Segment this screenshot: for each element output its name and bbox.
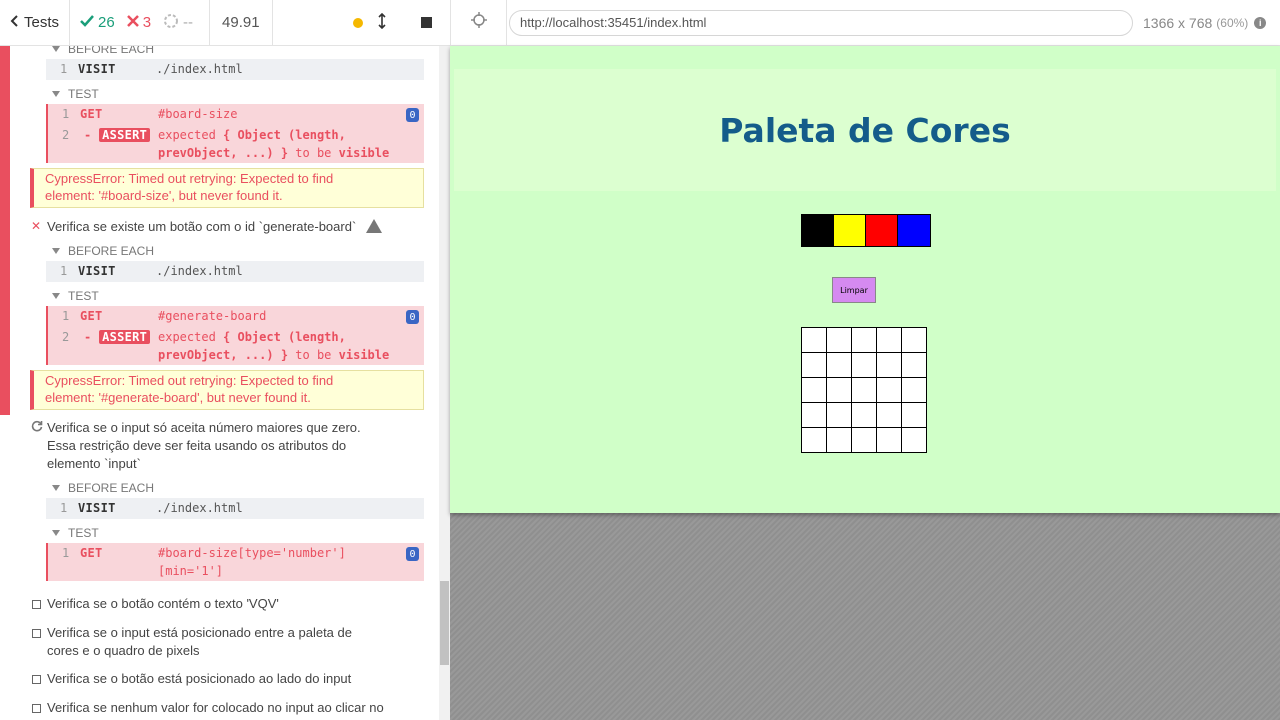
auto-scroll-icon[interactable] xyxy=(377,12,387,33)
pixel-cell[interactable] xyxy=(902,403,927,428)
tests-back-button[interactable]: Tests xyxy=(0,0,71,46)
color-swatch[interactable] xyxy=(898,215,930,246)
url-bar[interactable]: http://localhost:35451/index.html xyxy=(509,9,1133,36)
test-title-pending[interactable]: Verifica se o botão contém o texto 'VQV' xyxy=(47,595,279,613)
pixel-cell[interactable] xyxy=(852,403,877,428)
command-visit[interactable]: 1 VISIT ./index.html xyxy=(46,59,424,80)
caret-down-icon xyxy=(52,530,60,536)
caret-down-icon xyxy=(52,293,60,299)
command-log: BEFORE EACH 1 VISIT ./index.html TEST 1 … xyxy=(0,46,450,720)
color-palette xyxy=(801,214,931,247)
count-badge: 0 xyxy=(406,547,419,561)
color-swatch[interactable] xyxy=(802,215,834,246)
error-message[interactable]: CypressError: Timed out retrying: Expect… xyxy=(30,370,424,410)
hook-test[interactable]: TEST xyxy=(52,289,99,303)
test-title-pending[interactable]: Verifica se o botão está posicionado ao … xyxy=(47,670,351,688)
x-icon xyxy=(126,14,139,31)
test-title-min-input[interactable]: Verifica se o input só aceita número mai… xyxy=(47,419,361,473)
pixel-cell[interactable] xyxy=(802,378,827,403)
pending-square-icon xyxy=(32,704,41,713)
pixel-cell[interactable] xyxy=(827,403,852,428)
pixel-cell[interactable] xyxy=(827,353,852,378)
browser-header: http://localhost:35451/index.html 1366 x… xyxy=(450,0,1280,46)
circle-icon xyxy=(163,13,179,33)
count-badge: 0 xyxy=(406,310,419,324)
hook-before-each[interactable]: BEFORE EACH xyxy=(52,46,154,56)
hook-before-each[interactable]: BEFORE EACH xyxy=(52,244,154,258)
pending-count: -- xyxy=(157,0,199,46)
count-badge: 0 xyxy=(406,108,419,122)
test-title-pending[interactable]: Verifica se o input está posicionado ent… xyxy=(47,624,352,660)
command-group-failed[interactable]: 1 GET #generate-board 0 2 - ASSERT expec… xyxy=(46,306,424,365)
hook-test[interactable]: TEST xyxy=(52,526,99,540)
selector-playground-button[interactable] xyxy=(451,0,507,46)
crosshair-icon xyxy=(470,12,487,33)
failed-suite-stripe xyxy=(0,46,10,415)
check-icon xyxy=(80,14,94,31)
hook-before-each[interactable]: BEFORE EACH xyxy=(52,481,154,495)
viewport-info: 1366 x 768 (60%) i xyxy=(1143,15,1267,31)
color-swatch[interactable] xyxy=(834,215,866,246)
app-preview-area: Paleta de Cores Limpar xyxy=(450,46,1280,720)
app-header: Paleta de Cores xyxy=(454,69,1276,191)
pixel-cell[interactable] xyxy=(877,428,902,453)
warning-icon xyxy=(366,219,383,233)
clear-board-button[interactable]: Limpar xyxy=(832,277,876,303)
pixel-cell[interactable] xyxy=(852,328,877,353)
pixel-cell[interactable] xyxy=(852,353,877,378)
pixel-cell[interactable] xyxy=(902,353,927,378)
caret-down-icon xyxy=(52,46,60,52)
command-get-pending[interactable]: 1 GET #board-size[type='number'] [min='1… xyxy=(46,543,424,581)
assert-badge: ASSERT xyxy=(99,128,151,142)
pixel-cell[interactable] xyxy=(877,353,902,378)
app-title: Paleta de Cores xyxy=(719,110,1011,150)
pending-square-icon xyxy=(32,675,41,684)
error-message[interactable]: CypressError: Timed out retrying: Expect… xyxy=(30,168,424,208)
pixel-board xyxy=(801,327,927,453)
runner-controls xyxy=(353,0,450,46)
running-indicator-icon xyxy=(353,17,363,28)
pixel-cell[interactable] xyxy=(802,353,827,378)
caret-down-icon xyxy=(52,91,60,97)
tests-label: Tests xyxy=(24,14,60,31)
pixel-cell[interactable] xyxy=(877,403,902,428)
refresh-icon xyxy=(31,420,43,435)
pending-square-icon xyxy=(32,629,41,638)
assert-badge: ASSERT xyxy=(99,330,151,344)
command-visit[interactable]: 1 VISIT ./index.html xyxy=(46,261,424,282)
info-icon[interactable]: i xyxy=(1254,16,1267,29)
test-title-generate-board[interactable]: Verifica se existe um botão com o id `ge… xyxy=(47,217,383,236)
hook-test[interactable]: TEST xyxy=(52,87,99,101)
pixel-cell[interactable] xyxy=(827,428,852,453)
caret-down-icon xyxy=(52,248,60,254)
pending-square-icon xyxy=(32,600,41,609)
chevron-left-icon xyxy=(10,14,20,32)
app-frame: Paleta de Cores Limpar xyxy=(450,46,1280,513)
test-title-pending[interactable]: Verifica se nenhum valor for colocado no… xyxy=(47,699,384,717)
failed-count: 3 xyxy=(121,0,157,46)
pixel-cell[interactable] xyxy=(902,378,927,403)
pixel-cell[interactable] xyxy=(902,428,927,453)
pixel-cell[interactable] xyxy=(877,328,902,353)
command-visit[interactable]: 1 VISIT ./index.html xyxy=(46,498,424,519)
pixel-cell[interactable] xyxy=(877,378,902,403)
caret-down-icon xyxy=(52,485,60,491)
failed-x-icon: ✕ xyxy=(31,219,42,233)
pixel-cell[interactable] xyxy=(902,328,927,353)
runner-header: Tests 26 3 -- 49.91 xyxy=(0,0,450,46)
scrollbar-thumb[interactable] xyxy=(440,581,449,665)
pixel-cell[interactable] xyxy=(802,428,827,453)
command-group-failed[interactable]: 1 GET #board-size 0 2 - ASSERT expected … xyxy=(46,104,424,163)
duration: 49.91 xyxy=(209,0,273,46)
pixel-cell[interactable] xyxy=(852,378,877,403)
pixel-cell[interactable] xyxy=(802,403,827,428)
passed-count: 26 xyxy=(70,0,121,46)
color-swatch[interactable] xyxy=(866,215,898,246)
pixel-cell[interactable] xyxy=(802,328,827,353)
pixel-cell[interactable] xyxy=(852,428,877,453)
stop-button[interactable] xyxy=(421,17,432,28)
pixel-cell[interactable] xyxy=(827,328,852,353)
pixel-cell[interactable] xyxy=(827,378,852,403)
